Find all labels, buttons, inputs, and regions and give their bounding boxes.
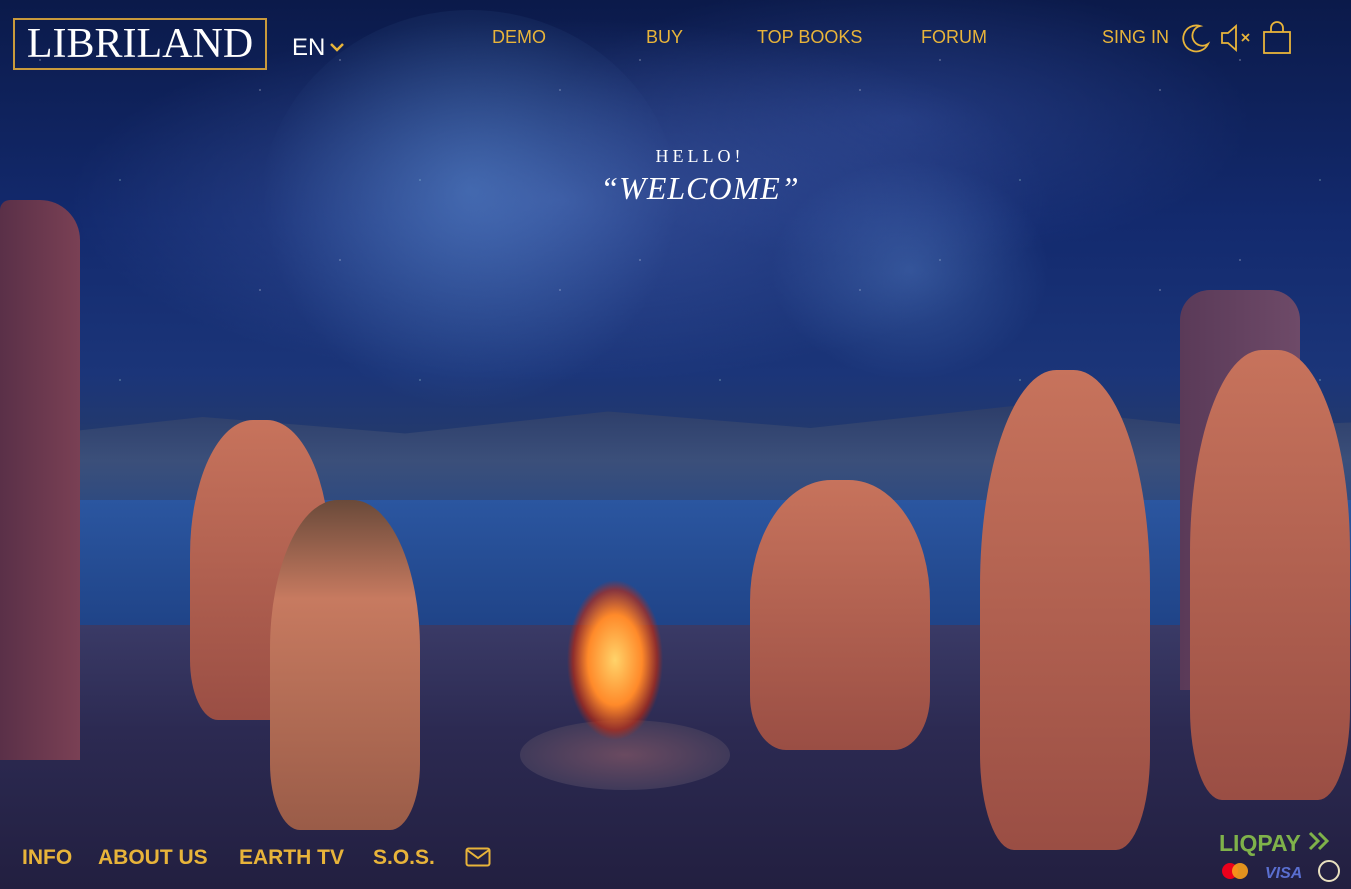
footer-about-us[interactable]: ABOUT US [98, 846, 208, 870]
liqpay-label: LIQPAY [1219, 830, 1301, 856]
liqpay-logo[interactable]: LIQPAY [1219, 830, 1331, 857]
sign-in-link[interactable]: SING IN [1102, 27, 1169, 48]
centaur-constellation [260, 10, 680, 410]
footer-earth-tv[interactable]: EARTH TV [239, 846, 344, 870]
nav-buy[interactable]: BUY [646, 27, 683, 48]
left-rock [0, 200, 80, 760]
mastercard-icon [1219, 861, 1251, 886]
bearded-man-figure [980, 370, 1150, 850]
woman-figure [750, 480, 930, 750]
moon-icon[interactable] [1180, 22, 1212, 59]
footer-sos[interactable]: S.O.S. [373, 846, 435, 870]
hero-welcome: “WELCOME” [600, 170, 800, 206]
circle-icon [1316, 858, 1342, 889]
language-selector[interactable]: EN [292, 34, 345, 62]
campfire [540, 520, 690, 750]
mail-icon[interactable] [465, 847, 491, 872]
hero-greeting: HELLO! [655, 146, 745, 166]
logo[interactable]: LIBRILAND [13, 18, 267, 70]
visa-label: VISA [1265, 864, 1303, 882]
footer-info[interactable]: INFO [22, 846, 72, 870]
nav-forum[interactable]: FORUM [921, 27, 987, 48]
language-label: EN [292, 34, 326, 61]
shopping-bag-icon[interactable] [1261, 20, 1293, 61]
chevron-down-icon [329, 40, 345, 56]
nav-demo[interactable]: DEMO [492, 27, 546, 48]
nav-top-books[interactable]: TOP BOOKS [757, 27, 862, 48]
payment-cards: VISA [1219, 858, 1342, 889]
child-figure [270, 500, 420, 830]
mute-icon[interactable] [1219, 22, 1253, 59]
double-chevron-right-icon [1307, 830, 1331, 856]
right-man-figure [1190, 350, 1350, 800]
